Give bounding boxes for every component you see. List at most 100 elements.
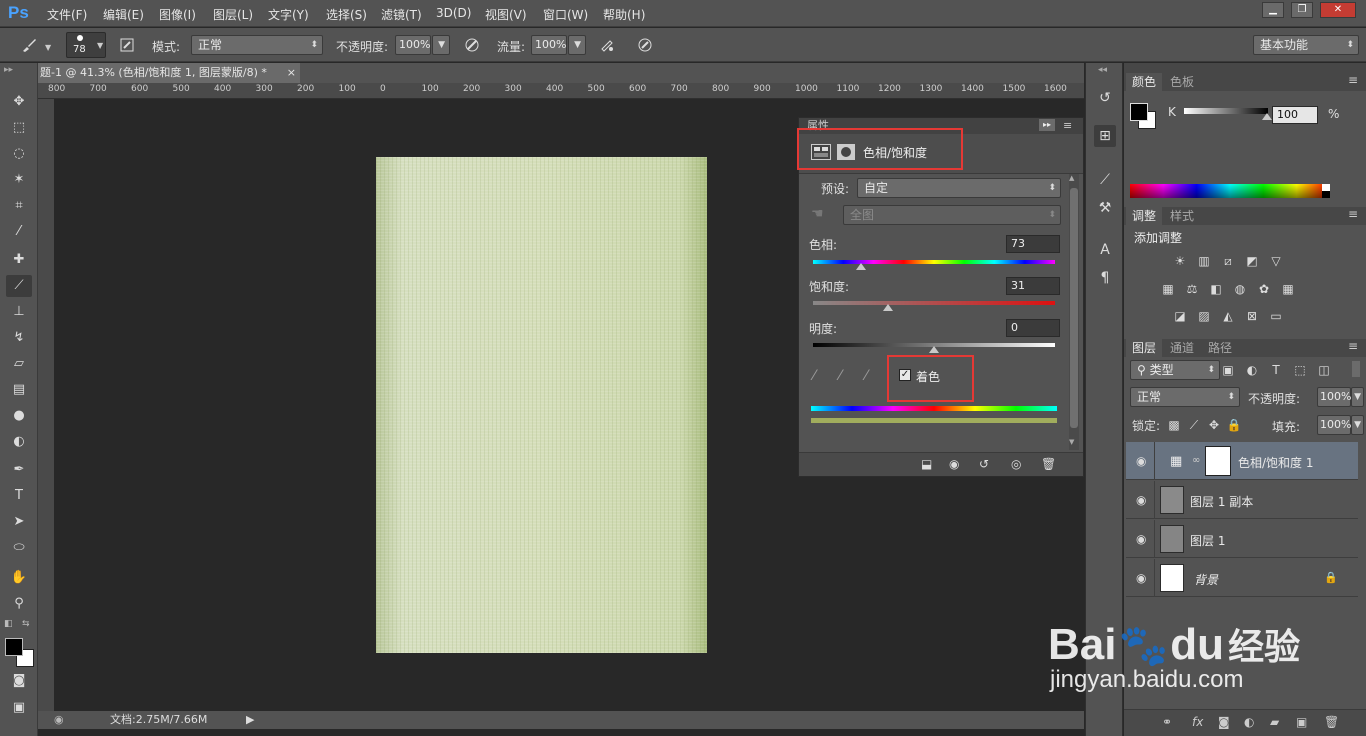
hue-slider-thumb[interactable] (856, 263, 867, 270)
move-tool-icon[interactable]: ✥ (6, 91, 32, 113)
ellipse-tool-icon[interactable]: ⬭ (6, 537, 32, 559)
invert-icon[interactable]: ◪ (1172, 308, 1188, 324)
close-tab-icon[interactable]: × (287, 63, 296, 83)
lock-image-icon[interactable]: ⟋ (1186, 417, 1202, 433)
curves-icon[interactable]: ⧄ (1220, 253, 1236, 269)
brush-size-picker[interactable]: 78 ▼ (66, 32, 106, 58)
layer-row[interactable]: ◉ ▦ ∞ 色相/饱和度 1 (1126, 442, 1358, 480)
menu-3d[interactable]: 3D(D) (436, 6, 471, 20)
type-tool-icon[interactable]: T (6, 485, 32, 507)
reset-icon[interactable]: ↺ (979, 457, 989, 471)
brush-presets-icon[interactable]: ⚒ (1094, 197, 1116, 219)
pen-tool-icon[interactable]: ✒ (6, 459, 32, 481)
menu-layer[interactable]: 图层(L) (213, 6, 253, 23)
eyedropper-icon[interactable]: ⁄ (813, 368, 815, 384)
brush-tool-preset-icon[interactable] (18, 34, 40, 56)
posterize-icon[interactable]: ▨ (1196, 308, 1212, 324)
filter-pixel-icon[interactable]: ▣ (1220, 362, 1236, 378)
delete-layer-icon[interactable]: 🗑 (1324, 715, 1339, 729)
tab-swatches[interactable]: 色板 (1164, 73, 1201, 91)
close-window-button[interactable]: ✕ (1320, 2, 1356, 18)
lightness-slider-thumb[interactable] (929, 346, 939, 353)
chevron-down-icon[interactable]: ▼ (45, 43, 51, 52)
flow-dropdown-button[interactable]: ▼ (568, 35, 586, 55)
screen-mode-icon[interactable]: ▣ (6, 697, 32, 719)
fill-dropdown[interactable]: ▼ (1351, 415, 1364, 435)
panel-menu-icon[interactable]: ≡ (1063, 118, 1072, 134)
levels-icon[interactable]: ▥ (1196, 253, 1212, 269)
threshold-icon[interactable]: ◭ (1220, 308, 1236, 324)
document-canvas[interactable] (376, 157, 707, 653)
k-slider-thumb[interactable] (1262, 113, 1272, 120)
scroll-down-icon[interactable]: ▼ (1069, 438, 1074, 446)
targeted-adjustment-hand-icon[interactable]: ☚ (811, 206, 824, 222)
k-value-input[interactable]: 100 (1272, 106, 1318, 124)
properties-scrollbar[interactable]: ▲ ▼ (1069, 174, 1079, 450)
lasso-tool-icon[interactable]: ◌ (6, 143, 32, 165)
swap-colors-icon[interactable]: ⇆ (22, 619, 30, 629)
clone-stamp-tool-icon[interactable]: ⊥ (6, 301, 32, 323)
channel-select[interactable]: 全图 ⬍ (843, 205, 1061, 225)
hue-input[interactable]: 73 (1006, 235, 1060, 253)
black-swatch[interactable] (1322, 191, 1330, 198)
link-icon[interactable]: ∞ (1192, 455, 1200, 466)
brush-tool-icon[interactable]: ⟋ (6, 275, 32, 297)
saturation-slider-thumb[interactable] (883, 304, 894, 311)
color-fg-swatch[interactable] (1130, 103, 1148, 121)
saturation-input[interactable]: 31 (1006, 277, 1060, 295)
status-menu-arrow-icon[interactable]: ▶ (246, 711, 254, 729)
collapse-toolbar-icon[interactable]: ▸▸ (4, 65, 13, 75)
channel-mixer-icon[interactable]: ✿ (1256, 281, 1272, 297)
flow-input[interactable]: 100% (531, 35, 567, 55)
eye-icon[interactable]: ◉ (1136, 454, 1146, 468)
menu-select[interactable]: 选择(S) (326, 6, 367, 23)
photo-filter-icon[interactable]: ◍ (1232, 281, 1248, 297)
new-group-icon[interactable]: ▰ (1270, 715, 1279, 729)
airbrush-icon[interactable] (596, 34, 618, 56)
fx-icon[interactable]: fx (1192, 715, 1203, 729)
opacity-dropdown-button[interactable]: ▼ (432, 35, 450, 55)
foreground-color-swatch[interactable] (5, 638, 23, 656)
lock-transparent-icon[interactable]: ▩ (1166, 417, 1182, 433)
layer-row[interactable]: ◉ 图层 1 (1126, 520, 1358, 558)
blend-mode-select[interactable]: 正常 ⬍ (1130, 387, 1240, 407)
scrollbar-thumb[interactable] (1070, 188, 1078, 428)
eyedropper-plus-icon[interactable]: ⁄ (839, 368, 841, 384)
dodge-tool-icon[interactable]: ◐ (6, 431, 32, 453)
layer-opacity-input[interactable]: 100% (1317, 387, 1351, 407)
lock-position-icon[interactable]: ✥ (1206, 417, 1222, 433)
collapse-dock-icon[interactable]: ◂◂ (1098, 65, 1107, 75)
layer-row[interactable]: ◉ 图层 1 副本 (1126, 481, 1358, 519)
character-panel-icon[interactable]: A (1094, 239, 1116, 261)
preset-select[interactable]: 自定 ⬍ (857, 178, 1061, 198)
menu-window[interactable]: 窗口(W) (543, 6, 588, 23)
selective-color-icon[interactable]: ⊠ (1244, 308, 1260, 324)
tab-color[interactable]: 颜色 (1126, 73, 1163, 91)
document-tab[interactable]: 题-1 @ 41.3% (色相/饱和度 1, 图层蒙版/8) * × (38, 63, 300, 83)
layer-filter-select[interactable]: ⚲ 类型 ⬍ (1130, 360, 1220, 380)
filter-type-icon[interactable]: T (1268, 362, 1284, 378)
tab-layers[interactable]: 图层 (1126, 339, 1163, 357)
gradient-map-icon[interactable]: ▭ (1268, 308, 1284, 324)
workspace-select[interactable]: 基本功能 ⬍ (1253, 35, 1359, 55)
hue-saturation-icon[interactable]: ▦ (1160, 281, 1176, 297)
lock-all-icon[interactable]: 🔒 (1226, 417, 1242, 433)
eyedropper-tool-icon[interactable]: ⁄ (6, 221, 32, 243)
pressure-size-icon[interactable] (634, 34, 656, 56)
properties-panel-icon[interactable]: ⊞ (1094, 125, 1116, 147)
new-layer-icon[interactable]: ▣ (1296, 715, 1307, 729)
magic-wand-tool-icon[interactable]: ✶ (6, 169, 32, 191)
brush-panel-toggle-icon[interactable] (116, 34, 138, 56)
collapse-panel-icon[interactable]: ▸▸ (1039, 119, 1055, 131)
mode-select[interactable]: 正常 ⬍ (191, 35, 323, 55)
link-layers-icon[interactable]: ⚭ (1162, 715, 1172, 729)
layer-opacity-dropdown[interactable]: ▼ (1351, 387, 1364, 407)
quick-mask-icon[interactable]: ◙ (6, 670, 32, 692)
restore-button[interactable]: ❐ (1291, 2, 1313, 18)
vibrance-icon[interactable]: ▽ (1268, 253, 1284, 269)
color-balance-icon[interactable]: ⚖ (1184, 281, 1200, 297)
healing-brush-tool-icon[interactable]: ✚ (6, 249, 32, 271)
eraser-tool-icon[interactable]: ▱ (6, 353, 32, 375)
brightness-contrast-icon[interactable]: ☀ (1172, 253, 1188, 269)
zoom-tool-icon[interactable]: ⚲ (6, 593, 32, 615)
